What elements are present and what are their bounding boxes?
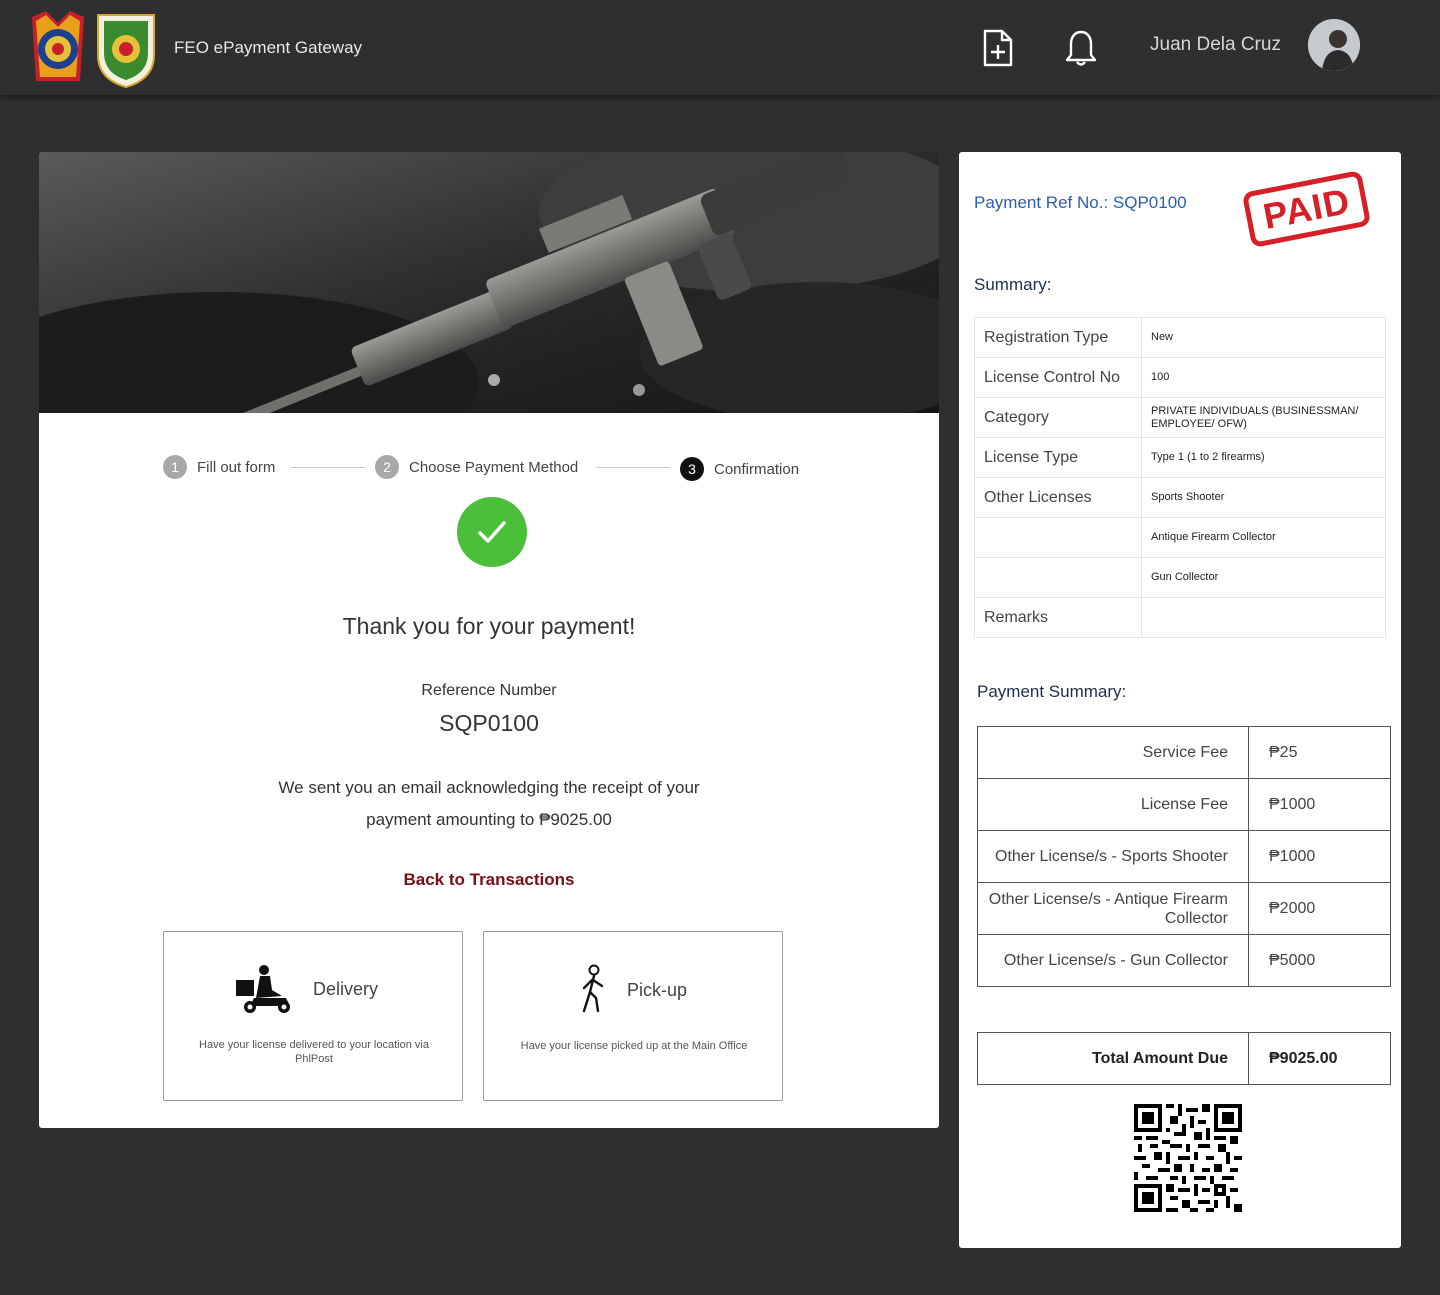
total-table: Total Amount Due ₱9025.00 — [977, 1032, 1391, 1085]
summary-value: New — [1141, 317, 1386, 358]
summary-table: Registration Type New License Control No 1… — [974, 317, 1386, 638]
step-label: Fill out form — [197, 458, 276, 476]
new-document-icon[interactable] — [980, 28, 1016, 68]
step-number: 1 — [163, 455, 187, 479]
summary-key: License Type — [974, 437, 1142, 478]
confirmation-card: 1 Fill out form 2 Choose Payment Method … — [39, 152, 939, 1128]
bell-icon[interactable] — [1063, 28, 1099, 68]
email-message-line: payment amounting to ₱9025.00 — [366, 810, 612, 829]
reference-number: SQP0100 — [439, 710, 539, 736]
success-check-icon — [457, 497, 527, 567]
summary-key: License Control No — [974, 357, 1142, 398]
summary-key — [974, 557, 1142, 598]
delivery-description: Have your license delivered to your loca… — [199, 1039, 429, 1065]
table-row: Category PRIVATE INDIVIDUALS (BUSINESSMAN… — [974, 397, 1386, 438]
pickup-option[interactable]: Pick-up Have your license picked up at t… — [483, 931, 783, 1101]
summary-title: Summary: — [974, 275, 1052, 294]
table-row: License Control No 100 — [974, 357, 1386, 398]
email-message: We sent you an email acknowledging the r… — [239, 772, 739, 836]
step-label: Choose Payment Method — [409, 458, 579, 476]
summary-key: Other Licenses — [974, 477, 1142, 518]
fee-label: Other License/s - Gun Collector — [977, 934, 1249, 987]
reference-label: Reference Number — [421, 682, 557, 699]
table-row: Registration Type New — [974, 317, 1386, 358]
summary-card: Payment Ref No.: SQP0100 PAID Summary: R… — [959, 152, 1401, 1248]
fee-label: Other License/s - Antique Firearm Collec… — [977, 882, 1249, 935]
fee-amount: ₱2000 — [1248, 882, 1391, 935]
step-choose-payment-method[interactable]: 2 Choose Payment Method — [375, 455, 578, 479]
table-row: Remarks — [974, 597, 1386, 638]
step-number: 3 — [680, 457, 704, 481]
email-message-line: We sent you an email acknowledging the r… — [278, 778, 700, 797]
qr-code — [1134, 1104, 1242, 1212]
total-label: Total Amount Due — [977, 1032, 1249, 1085]
fee-table: Service Fee ₱25 License Fee ₱1000 Other Li… — [977, 726, 1391, 987]
table-row: Total Amount Due ₱9025.00 — [977, 1032, 1391, 1085]
summary-key: Category — [974, 397, 1142, 438]
summary-key: Registration Type — [974, 317, 1142, 358]
fee-amount: ₱1000 — [1248, 778, 1391, 831]
summary-value: 100 — [1141, 357, 1386, 398]
thank-you-heading: Thank you for your payment! — [342, 613, 636, 639]
delivery-option[interactable]: Delivery Have your license delivered to … — [163, 931, 463, 1101]
fee-label: License Fee — [977, 778, 1249, 831]
stepper: 1 Fill out form 2 Choose Payment Method … — [39, 455, 939, 485]
summary-value: Sports Shooter — [1141, 477, 1386, 518]
paid-stamp: PAID — [1241, 169, 1372, 249]
fed-logo — [97, 14, 155, 89]
delivery-title: Delivery — [313, 979, 379, 999]
avatar[interactable] — [1308, 19, 1360, 71]
fee-amount: ₱1000 — [1248, 830, 1391, 883]
table-row: Gun Collector — [974, 557, 1386, 598]
step-connector — [596, 467, 670, 468]
summary-key: Remarks — [974, 597, 1142, 638]
app-title: FEO ePayment Gateway — [174, 38, 363, 57]
user-name[interactable]: Juan Dela Cruz — [1150, 34, 1281, 56]
summary-value: Type 1 (1 to 2 firearms) — [1141, 437, 1386, 478]
top-bar: FEO ePayment Gateway Juan Dela Cruz — [0, 0, 1440, 95]
step-fill-out-form[interactable]: 1 Fill out form — [163, 455, 275, 479]
delivery-scooter-icon — [236, 965, 290, 1013]
summary-value: Gun Collector — [1141, 557, 1386, 598]
step-number: 2 — [375, 455, 399, 479]
step-connector — [291, 467, 365, 468]
table-row: Service Fee ₱25 — [977, 726, 1391, 779]
fee-label: Service Fee — [977, 726, 1249, 779]
table-row: Other Licenses Sports Shooter — [974, 477, 1386, 518]
fee-amount: ₱25 — [1248, 726, 1391, 779]
walking-person-icon — [582, 964, 604, 1013]
pickup-title: Pick-up — [627, 980, 688, 1000]
step-confirmation[interactable]: 3 Confirmation — [680, 457, 799, 481]
summary-value: Antique Firearm Collector — [1141, 517, 1386, 558]
payment-ref-number: Payment Ref No.: SQP0100 — [974, 193, 1187, 212]
payment-summary-title: Payment Summary: — [977, 682, 1127, 701]
fee-label: Other License/s - Sports Shooter — [977, 830, 1249, 883]
hero-image — [39, 152, 939, 413]
summary-value: PRIVATE INDIVIDUALS (BUSINESSMAN/ EMPLOY… — [1141, 397, 1386, 438]
pnp-logo — [32, 11, 84, 81]
table-row: Antique Firearm Collector — [974, 517, 1386, 558]
summary-key — [974, 517, 1142, 558]
back-to-transactions-link[interactable]: Back to Transactions — [39, 870, 939, 890]
table-row: License Type Type 1 (1 to 2 firearms) — [974, 437, 1386, 478]
table-row: Other License/s - Gun Collector ₱5000 — [977, 934, 1391, 987]
table-row: Other License/s - Sports Shooter ₱1000 — [977, 830, 1391, 883]
fee-amount: ₱5000 — [1248, 934, 1391, 987]
pickup-description: Have your license picked up at the Main … — [520, 1040, 748, 1052]
summary-value — [1141, 597, 1386, 638]
table-row: Other License/s - Antique Firearm Collec… — [977, 882, 1391, 935]
table-row: License Fee ₱1000 — [977, 778, 1391, 831]
step-label: Confirmation — [714, 460, 800, 478]
total-amount: ₱9025.00 — [1248, 1032, 1391, 1085]
